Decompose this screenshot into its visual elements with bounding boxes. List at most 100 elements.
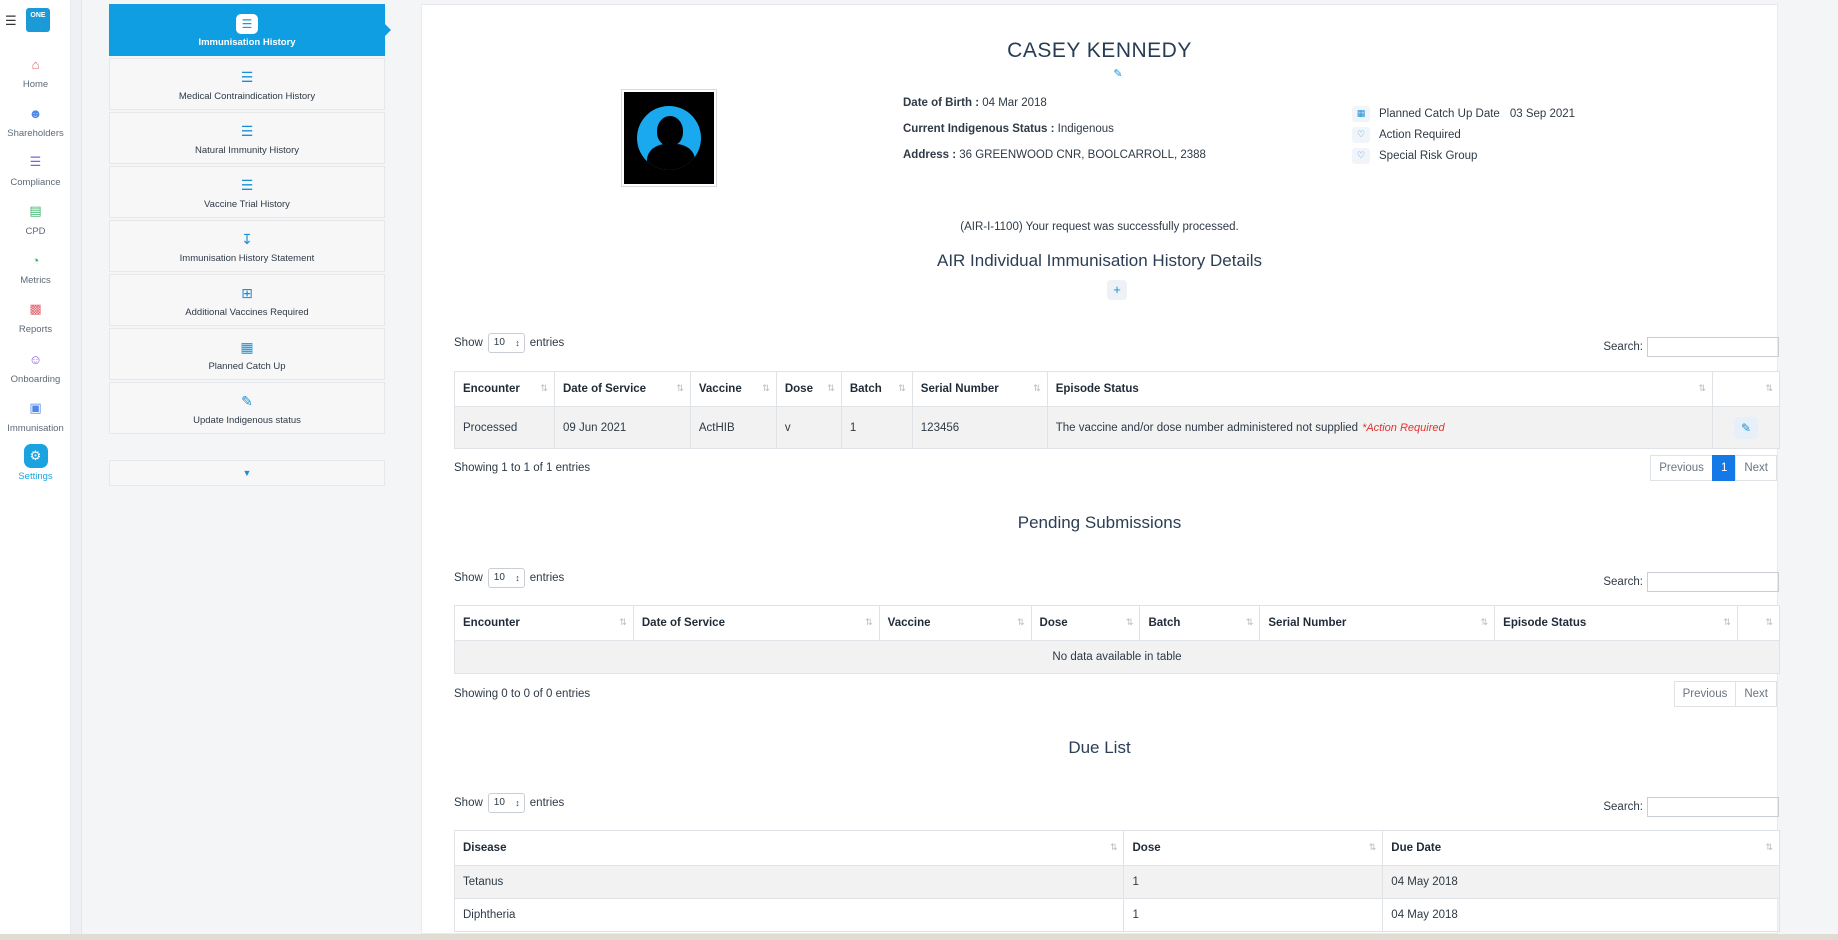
col-dose[interactable]: Dose ⇅ — [1123, 830, 1384, 866]
list-icon: ☰ — [110, 14, 384, 34]
menu-item-history-statement[interactable]: ↧ Immunisation History Statement — [109, 220, 385, 272]
indigenous-row: Current Indigenous Status : Indigenous — [903, 123, 1114, 135]
sort-icon: ⇅ — [827, 383, 835, 393]
pending-search-input[interactable] — [1647, 572, 1779, 592]
sort-icon: ⇅ — [1033, 383, 1041, 393]
pending-table: Encounter ⇅ Date of Service ⇅ Vaccine ⇅ Dos… — [454, 605, 1781, 674]
menu-item-update-indigenous[interactable]: ✎ Update Indigenous status — [109, 382, 385, 434]
sort-icon: ⇅ — [619, 617, 627, 627]
sort-icon: ⇅ — [1765, 617, 1773, 627]
rail-item-cpd[interactable]: ▤ CPD — [0, 199, 71, 237]
sort-icon: ⇅ — [898, 383, 906, 393]
col-vaccine[interactable]: Vaccine ⇅ — [689, 371, 777, 407]
rail-item-immunisation[interactable]: ▣ Immunisation — [0, 396, 71, 434]
col-actions[interactable]: ⇅ — [1712, 371, 1780, 407]
col-episode-status[interactable]: Episode Status ⇅ — [1494, 605, 1738, 641]
next-button[interactable]: Next — [1735, 681, 1777, 707]
history-search-input[interactable] — [1647, 337, 1779, 357]
col-dose[interactable]: Dose ⇅ — [775, 371, 842, 407]
list-icon: ☰ — [240, 69, 254, 85]
menu-item-immunisation-history[interactable]: ☰ Immunisation History — [109, 4, 391, 56]
pending-pagination: Previous Next — [1673, 681, 1777, 707]
menu-item-medical-contraindication[interactable]: ☰ Medical Contraindication History — [109, 58, 385, 110]
col-dose[interactable]: Dose ⇅ — [1030, 605, 1141, 641]
rail-item-settings[interactable]: ⚙ Settings — [0, 444, 71, 482]
col-encounter[interactable]: Encounter ⇅ — [454, 605, 634, 641]
col-batch[interactable]: Batch ⇅ — [840, 371, 913, 407]
rail-item-shareholders[interactable]: ☻ Shareholders — [0, 101, 71, 140]
col-serial-number[interactable]: Serial Number ⇅ — [911, 371, 1048, 407]
file-icon: ▩ — [29, 301, 42, 316]
gear-icon: ⚙ — [23, 444, 48, 468]
page-1-button[interactable]: 1 — [1711, 455, 1737, 481]
dob-row: Date of Birth : 04 Mar 2018 — [903, 97, 1047, 109]
rail-item-home[interactable]: ⌂ Home — [0, 52, 71, 91]
history-info: Showing 1 to 1 of 1 entries — [454, 462, 591, 474]
col-date-of-service[interactable]: Date of Service ⇅ — [632, 605, 880, 641]
patient-details: Date of Birth : 04 Mar 2018 Current Indi… — [903, 97, 1206, 175]
patient-avatar — [621, 89, 717, 187]
menu-item-vaccine-trial[interactable]: ☰ Vaccine Trial History — [109, 166, 385, 218]
download-icon: ↧ — [241, 231, 253, 247]
col-due-date[interactable]: Due Date ⇅ — [1382, 830, 1780, 866]
success-message: (AIR-I-1100) Your request was successful… — [960, 221, 1239, 233]
history-title: AIR Individual Immunisation History Deta… — [936, 251, 1262, 270]
edit-name-icon[interactable]: ✎ — [1110, 67, 1126, 83]
sort-icon: ⇅ — [1125, 617, 1134, 627]
previous-button[interactable]: Previous — [1673, 681, 1737, 707]
dob-value: 04 Mar 2018 — [982, 97, 1047, 109]
next-button[interactable]: Next — [1735, 455, 1777, 481]
due-table: Disease ⇅ Dose ⇅ Due Date ⇅ Tetanus 1 04 Ma… — [453, 830, 1780, 932]
sort-icon: ⇅ — [1765, 842, 1773, 852]
patient-card: CASEY KENNEDY ✎ Date of Birth : 04 Mar 2… — [421, 4, 1781, 934]
col-batch[interactable]: Batch ⇅ — [1139, 605, 1261, 641]
col-disease[interactable]: Disease ⇅ — [453, 830, 1125, 866]
col-episode-status[interactable]: Episode Status ⇅ — [1046, 371, 1714, 407]
col-serial-number[interactable]: Serial Number ⇅ — [1259, 605, 1496, 641]
rail-divider — [71, 0, 82, 934]
bottom-bar — [0, 934, 1838, 940]
table-row: Diphtheria 1 04 May 2018 — [453, 898, 1780, 932]
col-vaccine[interactable]: Vaccine ⇅ — [878, 605, 1032, 641]
sort-icon: ⇅ — [1698, 383, 1706, 393]
edit-icon: ✎ — [1740, 420, 1752, 435]
menu-expand-button[interactable]: ▼ — [109, 460, 385, 486]
pending-page-size-select[interactable]: 10 — [487, 568, 525, 588]
menu-item-additional-vaccines[interactable]: ⊞ Additional Vaccines Required — [109, 274, 385, 326]
special-risk-flag: ♡ Special Risk Group — [1352, 145, 1575, 166]
address-value: 36 GREENWOOD CNR, BOOLCARROLL, 2388 — [959, 149, 1206, 161]
immunisation-menu: ☰ Immunisation History ☰ Medical Contrai… — [109, 4, 391, 486]
col-actions[interactable]: ⇅ — [1736, 605, 1781, 641]
sort-icon: ⇅ — [1480, 617, 1489, 627]
rail-item-reports[interactable]: ▩ Reports — [0, 297, 71, 335]
rail-item-metrics[interactable]: ◔ Metrics — [0, 248, 71, 287]
due-page-size-select[interactable]: 10 — [487, 793, 525, 813]
home-icon: ⌂ — [31, 56, 40, 72]
empty-table-message: No data available in table — [454, 640, 1780, 674]
patient-flags: ▦ Planned Catch Up Date 03 Sep 2021 ♡ Ac… — [1352, 103, 1575, 166]
rail-item-compliance[interactable]: ☰ Compliance — [0, 150, 71, 188]
history-page-size-select[interactable]: 10 — [487, 333, 525, 353]
menu-item-planned-catch-up[interactable]: ▦ Planned Catch Up — [109, 328, 385, 380]
sort-icon: ⇅ — [1017, 617, 1025, 627]
plus-square-icon: ⊞ — [241, 285, 253, 301]
app-logo[interactable]: ONE — [26, 8, 50, 32]
rail-item-onboarding[interactable]: ☺ Onboarding — [0, 347, 71, 386]
calendar-icon: ▦ — [1352, 105, 1370, 122]
table-row: No data available in table — [454, 640, 1780, 674]
col-date-of-service[interactable]: Date of Service ⇅ — [553, 371, 691, 407]
sort-icon: ⇅ — [865, 617, 873, 627]
patient-name: CASEY KENNEDY — [1007, 39, 1192, 62]
clipboard-icon: ▤ — [29, 203, 42, 218]
due-search-input[interactable] — [1647, 797, 1779, 817]
previous-button[interactable]: Previous — [1650, 455, 1713, 481]
add-history-button[interactable]: + — [1107, 280, 1127, 300]
edit-row-button[interactable]: ✎ — [1734, 416, 1758, 439]
catchup-flag: ▦ Planned Catch Up Date 03 Sep 2021 — [1352, 103, 1575, 124]
menu-item-natural-immunity[interactable]: ☰ Natural Immunity History — [109, 112, 385, 164]
pie-chart-icon: ◔ — [31, 252, 40, 268]
col-encounter[interactable]: Encounter ⇅ — [454, 371, 555, 407]
table-row: Processed 09 Jun 2021 ActHIB v 1 123456 … — [454, 406, 1780, 449]
list-icon: ☰ — [29, 154, 42, 169]
hamburger-menu-icon[interactable]: ☰ — [5, 13, 17, 29]
